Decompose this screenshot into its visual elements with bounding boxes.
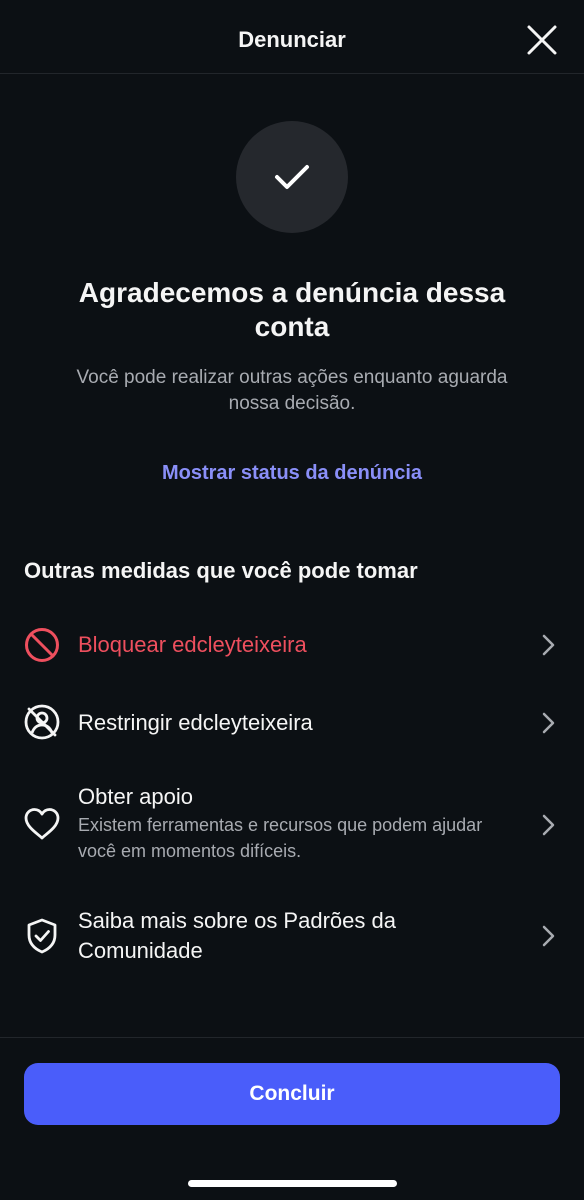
- get-support-description: Existem ferramentas e recursos que podem…: [78, 815, 483, 861]
- page-title: Denunciar: [238, 27, 346, 52]
- chevron-right-icon: [538, 633, 558, 657]
- block-icon: [22, 625, 62, 665]
- restrict-user-item[interactable]: Restringir edcleyteixeira: [0, 700, 584, 746]
- shield-check-icon: [22, 916, 62, 956]
- checkmark-icon: [275, 165, 309, 189]
- chevron-right-icon: [538, 924, 558, 948]
- block-user-label: Bloquear edcleyteixeira: [78, 632, 307, 657]
- show-report-status-link[interactable]: Mostrar status da denúncia: [0, 462, 584, 485]
- header: Denunciar: [0, 0, 584, 74]
- chevron-right-icon: [538, 711, 558, 735]
- close-button[interactable]: [522, 20, 562, 60]
- community-standards-label: Saiba mais sobre os Padrões da Comunidad…: [78, 908, 396, 963]
- restrict-icon: [22, 702, 62, 742]
- get-support-label: Obter apoio: [78, 784, 193, 809]
- confirmation-badge: [236, 121, 348, 233]
- chevron-right-icon: [538, 813, 558, 837]
- get-support-item[interactable]: Obter apoio Existem ferramentas e recurs…: [0, 782, 584, 870]
- footer-divider: [0, 1037, 584, 1038]
- home-indicator: [188, 1180, 397, 1187]
- restrict-user-label: Restringir edcleyteixeira: [78, 710, 313, 735]
- close-icon: [527, 25, 557, 55]
- block-user-item[interactable]: Bloquear edcleyteixeira: [0, 622, 584, 668]
- confirmation-subtitle: Você pode realizar outras ações enquanto…: [76, 367, 508, 414]
- heart-icon: [22, 804, 62, 844]
- section-title: Outras medidas que você pode tomar: [24, 558, 418, 583]
- done-button[interactable]: Concluir: [24, 1063, 560, 1125]
- community-standards-item[interactable]: Saiba mais sobre os Padrões da Comunidad…: [0, 904, 584, 968]
- confirmation-title: Agradecemos a denúncia dessa conta: [78, 277, 506, 342]
